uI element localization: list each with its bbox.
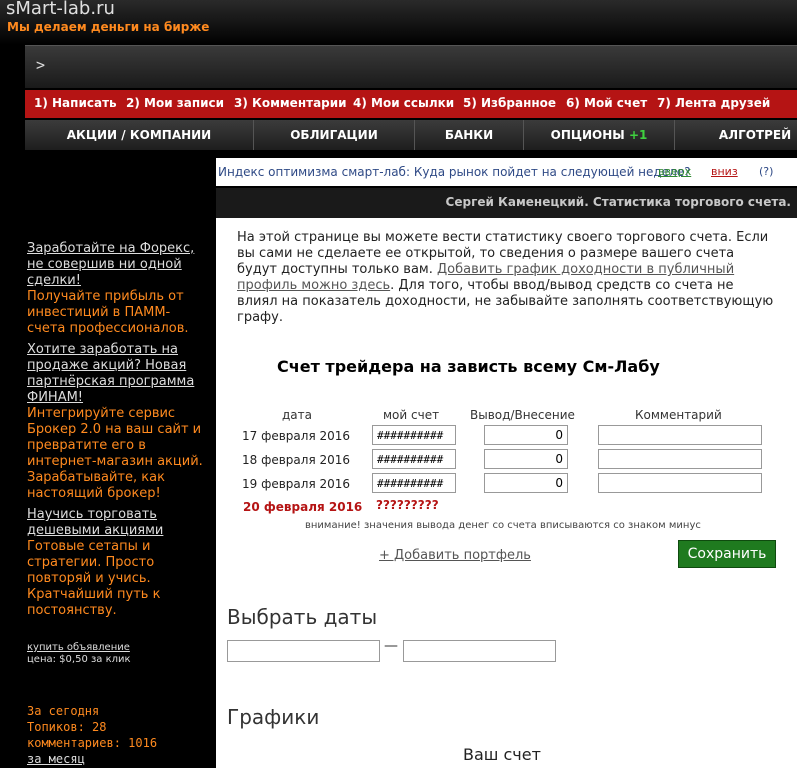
poll-down-link[interactable]: вниз — [711, 165, 738, 178]
add-portfolio-link[interactable]: + Добавить портфель — [379, 548, 531, 563]
row-date: 19 февраля 2016 — [242, 477, 351, 491]
ad-finam-text: Интегрируйте сервис Брокер 2.0 на ваш са… — [27, 406, 203, 501]
account-title: Счет трейдера на зависть всему См-Лабу — [277, 357, 660, 376]
date-from-input[interactable] — [227, 640, 380, 662]
sidebar-buy-ad: купить объявление цена: $0,50 за клик — [27, 642, 207, 666]
account-input[interactable] — [372, 425, 456, 445]
cat-banks[interactable]: БАНКИ — [415, 120, 524, 150]
account-input[interactable] — [372, 449, 456, 469]
sidebar-stats: За сегодня Топиков: 28 комментариев: 101… — [27, 703, 207, 767]
flow-input[interactable] — [484, 425, 568, 445]
poll-question[interactable]: Индекс оптимизма смарт-лаб: Куда рынок п… — [218, 165, 691, 179]
ad-forex-link[interactable]: Заработайте на Форекс, не совершив ни од… — [27, 241, 194, 288]
stats-month-link[interactable]: за месяц — [27, 752, 85, 766]
comment-input[interactable] — [598, 449, 762, 469]
nav-my-account[interactable]: 6) Мой счет — [566, 96, 647, 110]
ad-cheap-stocks-link[interactable]: Научись торговать дешевыми акциями — [27, 507, 163, 538]
ad-price: цена: $0,50 за клик — [27, 654, 131, 665]
prompt-icon: > — [36, 56, 46, 74]
nav-friends-feed[interactable]: 7) Лента друзей — [657, 96, 770, 110]
intro-text: На этой странице вы можете вести статист… — [237, 230, 777, 326]
category-nav: АКЦИИ / КОМПАНИИ ОБЛИГАЦИИ БАНКИ ОПЦИОНЫ… — [25, 120, 797, 150]
row-date: 17 февраля 2016 — [242, 429, 351, 443]
col-header-flow: Вывод/Внесение — [470, 408, 575, 422]
comment-input[interactable] — [598, 425, 762, 445]
author-bar: Сергей Каменецкий. Статистика торгового … — [216, 188, 797, 218]
cat-bonds[interactable]: ОБЛИГАЦИИ — [254, 120, 415, 150]
col-header-date: дата — [282, 408, 312, 422]
sidebar-ad-3: Научись торговать дешевыми акциями Готов… — [27, 507, 207, 619]
cat-options[interactable]: ОПЦИОНЫ +1 — [524, 120, 675, 150]
nav-my-posts[interactable]: 2) Мои записи — [126, 96, 224, 110]
site-logo[interactable]: sMart-lab.ru — [6, 0, 115, 19]
today-value: ????????? — [376, 498, 439, 512]
cat-stocks[interactable]: АКЦИИ / КОМПАНИИ — [25, 120, 254, 150]
cat-algotrading[interactable]: АЛГОТРЕЙ — [675, 120, 797, 150]
flow-input[interactable] — [484, 473, 568, 493]
sidebar: Заработайте на Форекс, не совершив ни од… — [0, 150, 216, 768]
flow-input[interactable] — [484, 449, 568, 469]
col-header-comment: Комментарий — [635, 408, 722, 422]
main-content: На этой странице вы можете вести статист… — [216, 218, 797, 768]
page-title: Сергей Каменецкий. Статистика торгового … — [445, 195, 791, 209]
ad-forex-text: Получайте прибыль от инвестиций в ПАММ-с… — [27, 289, 189, 336]
cat-options-label: ОПЦИОНЫ — [550, 128, 625, 142]
nav-comments[interactable]: 3) Комментарии — [234, 96, 347, 110]
withdrawal-note: внимание! значения вывода денег со счета… — [305, 520, 701, 531]
save-button[interactable]: Сохранить — [678, 540, 776, 568]
chart-title: Ваш счет — [463, 745, 541, 764]
dates-title: Выбрать даты — [227, 605, 378, 629]
stats-topics: Топиков: 28 — [27, 720, 107, 734]
sidebar-ad-1: Заработайте на Форекс, не совершив ни од… — [27, 241, 207, 337]
charts-title: Графики — [227, 705, 320, 729]
stats-comments: комментариев: 1016 — [27, 736, 158, 750]
nav-favorites[interactable]: 5) Избранное — [463, 96, 556, 110]
options-badge: +1 — [628, 128, 648, 142]
row-date: 18 февраля 2016 — [242, 453, 351, 467]
today-date: 20 февраля 2016 — [243, 500, 363, 514]
ad-finam-link[interactable]: Хотите заработать на продаже акций? Нова… — [27, 342, 194, 405]
comment-input[interactable] — [598, 473, 762, 493]
account-input[interactable] — [372, 473, 456, 493]
site-slogan: Мы делаем деньги на бирже — [7, 20, 210, 34]
poll-help-link[interactable]: (?) — [759, 165, 773, 178]
date-separator: — — [384, 638, 398, 654]
ad-cheap-stocks-text: Готовые сетапы и стратегии. Просто повто… — [27, 539, 161, 618]
sidebar-ad-2: Хотите заработать на продаже акций? Нова… — [27, 342, 207, 502]
poll-up-link[interactable]: вверх — [658, 165, 691, 178]
nav-write[interactable]: 1) Написать — [34, 96, 117, 110]
buy-ad-link[interactable]: купить объявление — [27, 642, 130, 653]
nav-my-links[interactable]: 4) Мои ссылки — [353, 96, 454, 110]
stats-today: За сегодня — [27, 704, 100, 718]
col-header-account: мой счет — [383, 408, 440, 422]
command-bar[interactable]: > — [25, 45, 797, 88]
site-header: sMart-lab.ru Мы делаем деньги на бирже — [0, 0, 797, 45]
user-nav: 1) Написать 2) Мои записи 3) Комментарии… — [25, 90, 797, 118]
optimism-poll-bar: Индекс оптимизма смарт-лаб: Куда рынок п… — [216, 158, 797, 186]
date-to-input[interactable] — [403, 640, 556, 662]
